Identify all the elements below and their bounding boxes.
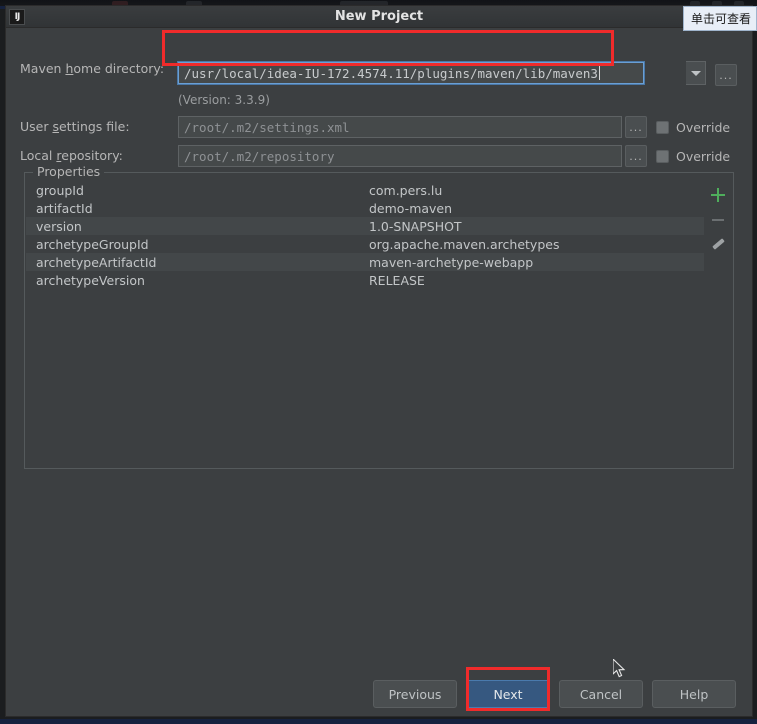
property-value: com.pers.lu xyxy=(369,182,443,198)
maven-home-browse-button[interactable]: ... xyxy=(715,64,737,86)
property-key: version xyxy=(36,218,82,234)
maven-home-row: Maven home directory: xyxy=(20,61,168,76)
property-key: archetypeGroupId xyxy=(36,236,149,252)
table-row[interactable]: artifactId demo-maven xyxy=(26,199,704,217)
user-settings-browse-button[interactable]: ... xyxy=(625,116,647,138)
maven-home-value: /usr/local/idea-IU-172.4574.11/plugins/m… xyxy=(184,65,598,81)
maven-home-label: Maven home directory: xyxy=(20,61,165,76)
browser-tooltip: 单击可查看 xyxy=(682,6,757,31)
table-row[interactable]: archetypeGroupId org.apache.maven.archet… xyxy=(26,235,704,253)
property-value: RELEASE xyxy=(369,272,425,288)
property-key: archetypeArtifactId xyxy=(36,254,157,270)
help-button[interactable]: Help xyxy=(652,680,736,708)
property-value: org.apache.maven.archetypes xyxy=(369,236,560,252)
dialog-titlebar[interactable]: IJ New Project xyxy=(6,6,752,28)
edit-property-icon[interactable] xyxy=(710,237,726,253)
property-value: maven-archetype-webapp xyxy=(369,254,534,270)
properties-table[interactable]: groupId com.pers.lu artifactId demo-mave… xyxy=(26,181,705,467)
property-value: demo-maven xyxy=(369,200,453,216)
properties-toolbar xyxy=(704,181,732,467)
user-settings-override[interactable]: Override xyxy=(656,116,730,138)
properties-legend: Properties xyxy=(33,164,105,179)
screen: IJ New Project Maven home directory: /us… xyxy=(0,0,757,724)
dialog-content: Maven home directory: /usr/local/idea-IU… xyxy=(6,28,752,718)
local-repository-override-label: Override xyxy=(676,148,731,164)
remove-property-icon[interactable] xyxy=(710,212,726,228)
desktop-bottom-strip xyxy=(0,719,757,724)
properties-panel: Properties groupId com.pers.lu artifactI… xyxy=(24,164,734,469)
mouse-cursor xyxy=(612,657,627,679)
property-key: artifactId xyxy=(36,200,93,216)
table-row[interactable]: archetypeArtifactId maven-archetype-weba… xyxy=(26,253,704,271)
user-settings-value: /root/.m2/settings.xml xyxy=(184,119,350,135)
text-caret xyxy=(598,66,600,80)
previous-button[interactable]: Previous xyxy=(373,680,457,708)
property-value: 1.0-SNAPSHOT xyxy=(369,218,462,234)
add-property-icon[interactable] xyxy=(710,187,726,203)
user-settings-override-label: Override xyxy=(676,119,731,135)
property-key: groupId xyxy=(36,182,84,198)
table-row[interactable]: groupId com.pers.lu xyxy=(26,181,704,199)
table-row[interactable]: version 1.0-SNAPSHOT xyxy=(26,217,704,235)
next-button-wrapper: Next xyxy=(466,680,550,708)
dialog-title: New Project xyxy=(334,9,424,24)
chevron-down-icon xyxy=(690,70,701,76)
dialog-button-bar: Previous Next Cancel Help xyxy=(6,680,752,708)
user-settings-input[interactable]: /root/.m2/settings.xml xyxy=(178,116,622,138)
local-repository-row: Local repository: xyxy=(20,148,168,163)
maven-home-dropdown-button[interactable] xyxy=(686,61,706,85)
local-repository-label: Local repository: xyxy=(20,148,123,163)
maven-version-note: (Version: 3.3.9) xyxy=(178,93,270,107)
table-row[interactable]: archetypeVersion RELEASE xyxy=(26,271,704,289)
user-settings-label: User settings file: xyxy=(20,119,130,134)
property-key: archetypeVersion xyxy=(36,272,145,288)
maven-home-input[interactable]: /usr/local/idea-IU-172.4574.11/plugins/m… xyxy=(178,62,644,84)
local-repository-browse-button[interactable]: ... xyxy=(625,145,647,167)
local-repository-override[interactable]: Override xyxy=(656,145,730,167)
user-settings-override-checkbox[interactable] xyxy=(656,120,669,134)
local-repository-value: /root/.m2/repository xyxy=(184,148,335,164)
local-repository-input[interactable]: /root/.m2/repository xyxy=(178,145,622,167)
new-project-dialog: IJ New Project Maven home directory: /us… xyxy=(5,5,753,717)
user-settings-row: User settings file: xyxy=(20,119,168,134)
cancel-button[interactable]: Cancel xyxy=(559,680,643,708)
local-repository-override-checkbox[interactable] xyxy=(656,149,669,163)
next-button[interactable]: Next xyxy=(466,680,550,708)
